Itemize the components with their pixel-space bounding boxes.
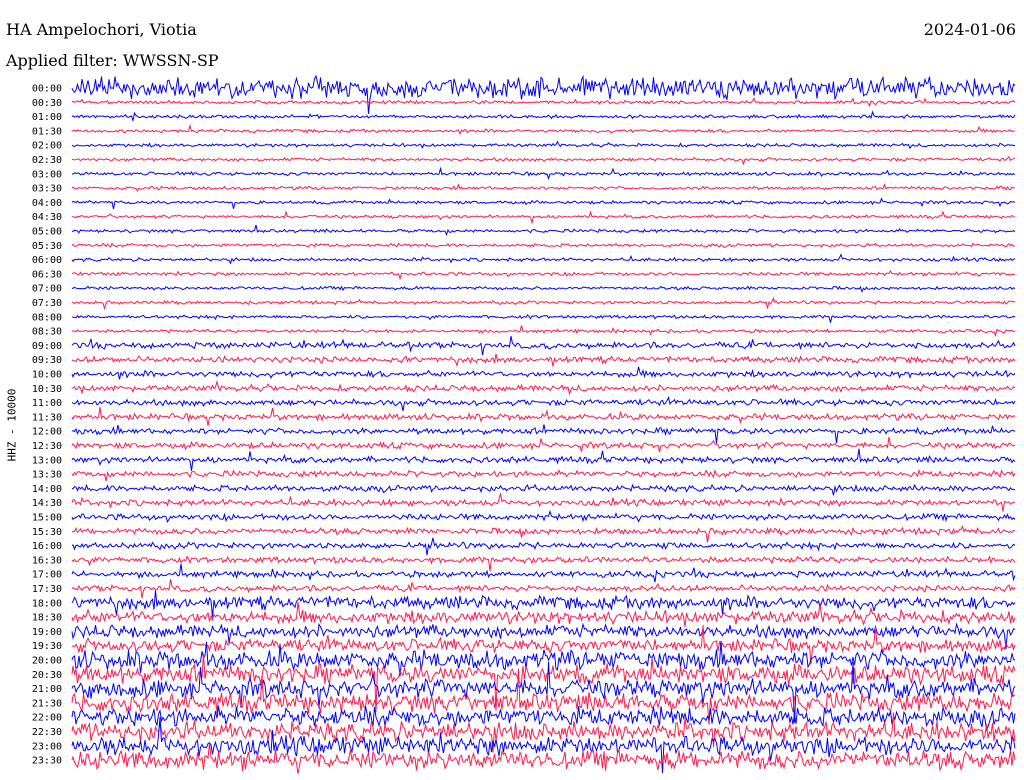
seismogram-trace <box>71 483 1016 496</box>
seismogram-trace <box>71 407 1016 426</box>
seismogram-trace <box>71 379 1016 396</box>
time-tick-label: 23:30 <box>32 756 62 767</box>
time-tick-label: 21:00 <box>32 684 62 695</box>
time-tick-label: 11:00 <box>32 398 62 409</box>
seismogram-trace <box>71 97 1016 107</box>
seismogram-trace <box>71 110 1016 121</box>
time-tick-label: 01:00 <box>32 112 62 123</box>
time-tick-label: 10:00 <box>32 370 62 381</box>
seismogram-trace <box>71 155 1016 166</box>
time-tick-label: 04:00 <box>32 198 62 209</box>
time-tick-label: 14:00 <box>32 484 62 495</box>
time-tick-label: 05:30 <box>32 241 62 252</box>
seismogram-trace <box>71 563 1016 583</box>
seismogram-trace <box>71 74 1016 114</box>
time-tick-label: 08:00 <box>32 312 62 323</box>
seismogram-trace <box>71 123 1016 136</box>
helicorder-chart: HA Ampelochori, Viotia Applied filter: W… <box>0 0 1024 780</box>
time-tick-label: 13:00 <box>32 455 62 466</box>
time-tick-label: 21:30 <box>32 698 62 709</box>
time-tick-label: 07:30 <box>32 298 62 309</box>
time-tick-label: 02:00 <box>32 141 62 152</box>
seismogram-trace <box>71 448 1016 471</box>
seismogram-trace <box>71 555 1016 571</box>
seismogram-trace <box>71 242 1016 249</box>
time-tick-label: 09:30 <box>32 355 62 366</box>
time-tick-label: 23:00 <box>32 741 62 752</box>
seismogram-trace <box>71 468 1016 482</box>
time-tick-label: 06:00 <box>32 255 62 266</box>
seismogram-trace <box>71 424 1016 444</box>
time-tick-label: 00:30 <box>32 98 62 109</box>
time-tick-label: 04:30 <box>32 212 62 223</box>
time-tick-label: 13:30 <box>32 470 62 481</box>
seismogram-trace <box>71 182 1016 193</box>
time-tick-label: 15:30 <box>32 527 62 538</box>
time-tick-label: 15:00 <box>32 513 62 524</box>
seismogram-trace <box>71 285 1016 293</box>
seismogram-trace <box>71 436 1016 453</box>
seismogram-trace <box>71 509 1016 524</box>
seismogram-trace <box>71 325 1016 337</box>
time-tick-label: 17:30 <box>32 584 62 595</box>
time-tick-label: 16:00 <box>32 541 62 552</box>
seismogram-trace <box>71 224 1016 237</box>
time-tick-label: 00:00 <box>32 84 62 95</box>
time-tick-label: 08:30 <box>32 327 62 338</box>
seismogram-trace <box>71 493 1016 512</box>
time-tick-label: 10:30 <box>32 384 62 395</box>
time-tick-label: 17:00 <box>32 570 62 581</box>
time-tick-label: 12:00 <box>32 427 62 438</box>
time-tick-label: 18:30 <box>32 613 62 624</box>
time-tick-label: 03:30 <box>32 184 62 195</box>
time-tick-label: 07:00 <box>32 284 62 295</box>
seismogram-trace <box>71 524 1016 543</box>
time-tick-label: 03:00 <box>32 169 62 180</box>
time-tick-label: 02:30 <box>32 155 62 166</box>
seismogram-trace <box>71 166 1016 181</box>
seismogram-trace <box>71 314 1016 323</box>
seismogram-trace <box>71 353 1016 368</box>
time-tick-label: 06:30 <box>32 269 62 280</box>
seismogram-trace <box>71 396 1016 412</box>
time-tick-label: 12:30 <box>32 441 62 452</box>
seismogram-trace <box>71 253 1016 265</box>
seismogram-trace <box>71 537 1016 556</box>
time-tick-label: 18:00 <box>32 598 62 609</box>
seismogram-trace <box>71 197 1016 210</box>
time-tick-label: 19:30 <box>32 641 62 652</box>
time-tick-label: 22:30 <box>32 727 62 738</box>
seismogram-trace <box>71 366 1016 380</box>
time-tick-label: 20:30 <box>32 670 62 681</box>
time-tick-label: 16:30 <box>32 555 62 566</box>
seismogram-trace <box>71 335 1016 356</box>
seismogram-trace <box>71 297 1016 311</box>
time-tick-label: 22:00 <box>32 713 62 724</box>
time-tick-label: 14:30 <box>32 498 62 509</box>
time-tick-label: 01:30 <box>32 126 62 137</box>
seismogram-trace <box>71 140 1016 150</box>
seismogram-trace <box>71 210 1016 225</box>
seismogram-trace <box>71 579 1016 599</box>
seismogram-plot: 00:00 00:30 01:00 01:30 02:00 02:30 03:00 03:30… <box>32 74 1016 774</box>
time-tick-label: 09:00 <box>32 341 62 352</box>
time-tick-label: 05:00 <box>32 227 62 238</box>
time-tick-label: 19:00 <box>32 627 62 638</box>
time-tick-label: 11:30 <box>32 412 62 423</box>
seismogram-trace <box>71 269 1016 281</box>
time-tick-label: 20:00 <box>32 656 62 667</box>
